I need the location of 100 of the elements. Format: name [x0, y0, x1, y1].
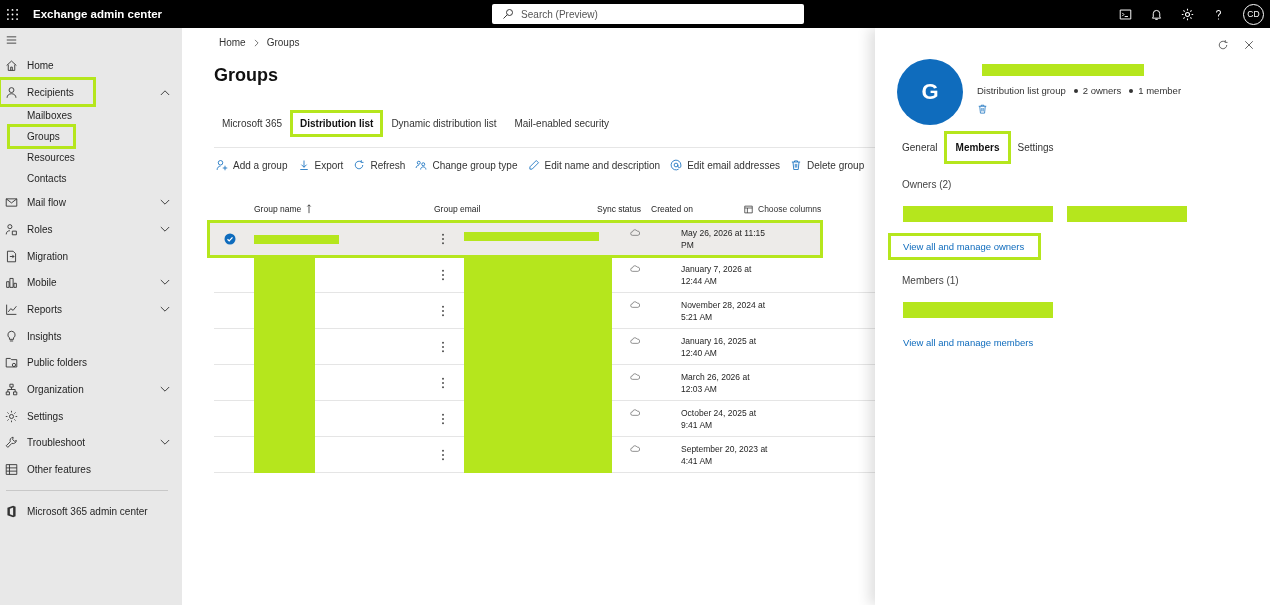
manage-members-link[interactable]: View all and manage members [889, 330, 1050, 355]
tab[interactable]: Mail-enabled security [506, 112, 617, 135]
bullet-icon [1129, 88, 1134, 93]
more-options-icon[interactable] [441, 268, 445, 281]
tab[interactable]: Dynamic distribution list [383, 112, 505, 135]
nav-item[interactable]: Recipients [0, 78, 94, 106]
section-heading: Members (1) [902, 275, 960, 286]
nav-subitem[interactable]: Contacts [0, 168, 73, 190]
person-icon [5, 85, 18, 99]
sort-arrow-icon [306, 204, 312, 214]
nav-item[interactable]: Mobile [0, 269, 65, 297]
search-icon [502, 8, 515, 20]
manage-owners-link[interactable]: View all and manage owners [889, 234, 1041, 259]
table-cell-text: May 26, 2026 at 11:15 PM [681, 226, 766, 252]
page-title: Groups [214, 65, 279, 86]
column-header[interactable]: Group name [254, 204, 306, 214]
nav-item[interactable]: Reports [0, 296, 70, 323]
nav-item[interactable]: Settings [0, 402, 72, 430]
trash-icon [789, 159, 802, 171]
people-icon [415, 159, 428, 171]
table-row[interactable]: May 26, 2026 at 11:15 PM [208, 221, 822, 257]
chevron-down-icon[interactable] [160, 386, 170, 394]
trash-icon[interactable] [977, 103, 988, 115]
menu-icon[interactable] [6, 36, 17, 44]
nav-item[interactable]: Organization [0, 376, 92, 403]
tab[interactable]: Members [944, 132, 1011, 163]
toolbar-button[interactable]: Add a group [214, 157, 290, 173]
nav-item[interactable]: Troubleshoot [0, 429, 93, 457]
tab[interactable]: Distribution list [292, 112, 382, 135]
more-options-icon[interactable] [441, 232, 445, 245]
table-cell-text: October 24, 2025 at 9:41 AM [681, 406, 758, 432]
nav-item[interactable]: Microsoft 365 admin center [0, 497, 156, 525]
more-options-icon[interactable] [441, 340, 445, 353]
toolbar-button[interactable]: Export [295, 157, 346, 173]
at-sign-icon [670, 159, 683, 171]
nav-item[interactable]: Mail flow [0, 189, 74, 217]
column-header[interactable]: Sync status [597, 204, 651, 214]
nav-item[interactable]: Other features [0, 456, 99, 483]
chevron-down-icon[interactable] [160, 279, 170, 287]
section-heading: Owners (2) [902, 179, 953, 190]
table-cell-text: September 20, 2023 at 4:41 AM [681, 442, 769, 468]
breadcrumb-link[interactable]: Home [219, 37, 246, 48]
cloud-icon [630, 229, 640, 236]
wrench-icon [5, 436, 18, 450]
chevron-up-icon[interactable] [160, 88, 170, 96]
nav-subitem[interactable]: Groups [9, 126, 74, 148]
column-header[interactable]: Created on [651, 204, 744, 214]
refresh-icon[interactable] [1217, 39, 1229, 51]
bell-icon[interactable] [1150, 7, 1163, 21]
bullet-icon [1073, 88, 1078, 93]
nav-item[interactable]: Public folders [0, 349, 96, 377]
more-options-icon[interactable] [441, 412, 445, 425]
checked-circle-icon[interactable] [224, 232, 236, 245]
toolbar-button[interactable]: Edit name and description [525, 157, 663, 173]
envelope-icon [5, 196, 18, 210]
table-cell-text: November 28, 2024 at 5:21 AM [681, 298, 767, 324]
choose-columns-button[interactable]: Choose columns [744, 204, 875, 214]
terminal-icon[interactable] [1119, 7, 1132, 21]
more-options-icon[interactable] [441, 448, 445, 461]
cloud-icon [630, 337, 640, 344]
close-icon[interactable] [1243, 39, 1255, 51]
owner-count: 2 owners [1082, 85, 1122, 96]
toolbar-button[interactable]: Change group type [413, 157, 520, 173]
cloud-icon [630, 445, 640, 452]
more-options-icon[interactable] [441, 304, 445, 317]
nav-item[interactable]: Migration [0, 242, 77, 270]
nav-subitem[interactable]: Resources [0, 147, 81, 169]
office-logo-icon [5, 504, 18, 518]
document-arrow-icon [5, 249, 18, 263]
group-avatar: G [897, 59, 963, 125]
member-count: 1 member [1138, 85, 1182, 96]
more-options-icon[interactable] [441, 376, 445, 389]
tab[interactable]: Settings [1012, 132, 1059, 163]
nav-item[interactable]: Home [0, 52, 62, 79]
nav-item[interactable]: Insights [0, 322, 70, 350]
toolbar-button[interactable]: Delete group [787, 157, 867, 173]
settings-icon[interactable] [1181, 7, 1194, 21]
search-field[interactable]: Search (Preview) [492, 4, 805, 24]
breadcrumb-current: Groups [266, 37, 300, 48]
line-chart-icon [5, 302, 18, 316]
nav-item[interactable]: Roles [0, 216, 61, 243]
app-launcher-icon[interactable] [7, 8, 18, 20]
tab[interactable]: General [897, 132, 943, 163]
cloud-icon [630, 373, 640, 380]
chevron-down-icon[interactable] [160, 199, 170, 207]
home-icon [5, 58, 18, 72]
chevron-down-icon[interactable] [160, 305, 170, 313]
tab[interactable]: Microsoft 365 [214, 112, 291, 135]
chevron-down-icon[interactable] [160, 225, 170, 233]
column-header[interactable]: Group email [434, 204, 597, 214]
folder-icon [5, 356, 18, 370]
cloud-icon [630, 265, 640, 272]
toolbar-button[interactable]: Edit email addresses [668, 157, 782, 173]
toolbar-button[interactable]: Refresh [351, 157, 408, 173]
cloud-icon [630, 301, 640, 308]
nav-subitem[interactable]: Mailboxes [0, 105, 79, 127]
chevron-down-icon[interactable] [160, 439, 170, 447]
bar-chart-icon [5, 276, 18, 290]
add-person-icon [216, 159, 228, 171]
pencil-icon [527, 159, 540, 171]
